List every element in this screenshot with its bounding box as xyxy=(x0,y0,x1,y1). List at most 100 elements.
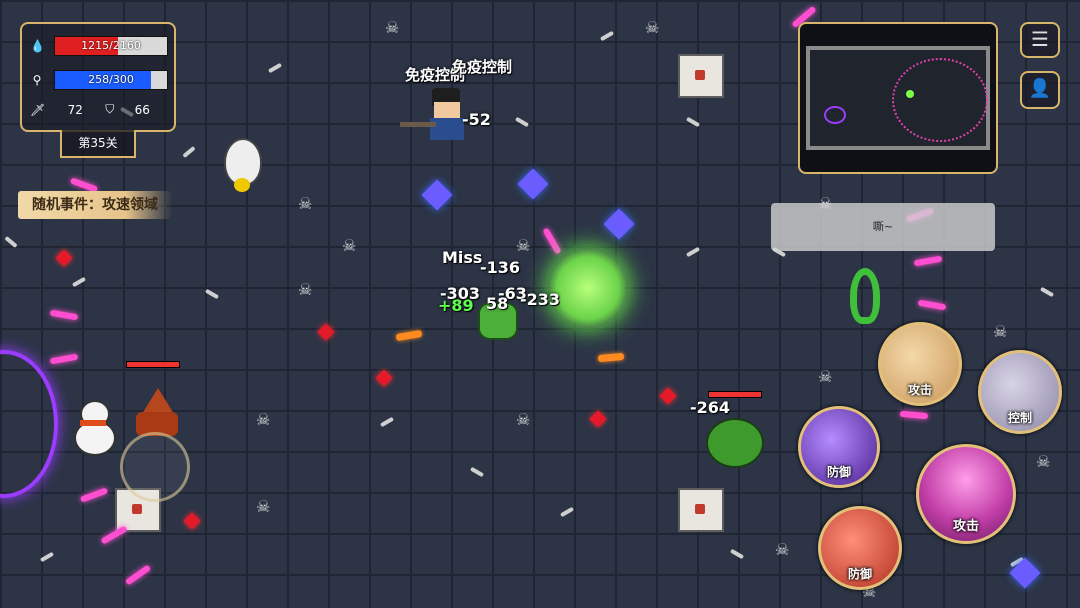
skull-decoration: ☠ xyxy=(298,280,313,299)
magic-circle xyxy=(0,350,58,498)
attack-value: 72 xyxy=(67,102,83,117)
status-label: 免疫控制 xyxy=(452,58,513,76)
hp-text: 1215/2160 xyxy=(81,39,141,52)
bone-decoration xyxy=(729,548,745,560)
mana-icon: ⚲ xyxy=(32,73,42,87)
pink-bolt xyxy=(124,564,152,586)
skill-defend-button[interactable]: 防御 xyxy=(798,406,880,488)
skull-decoration: ☠ xyxy=(256,410,271,429)
menu-icon: ☰ xyxy=(1031,27,1049,51)
skull-decoration: ☠ xyxy=(516,236,531,255)
minimap[interactable] xyxy=(798,22,998,174)
miss-text: Miss xyxy=(442,248,483,267)
egg-enemy[interactable] xyxy=(220,138,264,196)
bone-decoration xyxy=(469,466,485,478)
supply-crate[interactable] xyxy=(678,488,724,532)
menu-button[interactable]: ☰ xyxy=(1020,22,1060,58)
speech-bubble: 嘶~ xyxy=(771,203,995,251)
skill-label: 控制 xyxy=(1007,411,1032,425)
skull-decoration: ☠ xyxy=(1036,452,1051,471)
skill-label: 防御 xyxy=(826,465,851,479)
green-blob-enemy[interactable] xyxy=(706,418,764,470)
pink-bolt xyxy=(49,353,79,365)
skull-decoration: ☠ xyxy=(298,194,313,213)
user-icon: 👤 xyxy=(1028,78,1052,99)
damage-number: -136 xyxy=(480,258,521,277)
stats-panel: 💧 1215/2160 ⚲ 258/300 🗡 72 ⛉ 66 xyxy=(20,22,176,132)
profile-button[interactable]: 👤 xyxy=(1020,71,1060,109)
supply-crate[interactable] xyxy=(678,54,724,98)
skull-decoration: ☠ xyxy=(993,322,1008,341)
red-gem xyxy=(589,410,607,428)
pink-bolt xyxy=(49,309,79,321)
main-attack-button[interactable]: 攻击 xyxy=(916,444,1016,544)
bone-decoration xyxy=(71,276,87,288)
hp-bar: 1215/2160 xyxy=(54,36,168,56)
pink-bolt xyxy=(917,299,947,311)
bone-decoration xyxy=(204,288,220,300)
random-event-banner: 随机事件：攻速领域 xyxy=(18,191,172,219)
minimap-player-dot xyxy=(906,90,914,98)
bone-decoration xyxy=(182,145,196,159)
minimap-arena xyxy=(806,46,990,150)
skill-label: 防御 xyxy=(847,567,872,581)
snowman-ally[interactable] xyxy=(70,400,120,456)
pink-bolt xyxy=(79,487,109,503)
orange-bolt xyxy=(597,352,625,363)
blue-crystal-projectile xyxy=(603,208,635,240)
blood-drop-icon: 💧 xyxy=(30,39,45,53)
mp-text: 258/300 xyxy=(88,73,134,86)
pink-bolt xyxy=(899,410,929,420)
level-indicator: 第35关 xyxy=(60,130,136,158)
skill-defend-button-2[interactable]: 防御 xyxy=(818,506,902,590)
minimap-ring xyxy=(892,58,988,142)
enemy-health-bar xyxy=(708,391,762,398)
ally-health-bar xyxy=(126,361,180,368)
mp-row: ⚲ 258/300 xyxy=(30,70,168,90)
skill-label: 攻击 xyxy=(907,383,932,397)
skull-decoration: ☠ xyxy=(775,540,790,559)
bone-decoration xyxy=(514,116,530,128)
combat-stats: 🗡 72 ⛉ 66 xyxy=(30,102,162,117)
skull-decoration: ☠ xyxy=(516,410,531,429)
damage-number: 58 xyxy=(486,294,509,313)
pink-bolt xyxy=(913,255,943,267)
red-gem xyxy=(317,323,335,341)
blue-crystal-projectile xyxy=(517,168,549,200)
snake-enemy[interactable] xyxy=(846,268,892,328)
skill-label: 攻击 xyxy=(952,519,979,534)
damage-number: -52 xyxy=(462,110,491,129)
bone-decoration xyxy=(685,116,701,128)
bone-decoration xyxy=(1039,286,1055,298)
skull-decoration: ☠ xyxy=(818,367,833,386)
pink-bolt xyxy=(542,227,562,255)
skill-attack-button[interactable]: 攻击 xyxy=(878,322,962,406)
bone-decoration xyxy=(685,246,701,258)
damage-number: -233 xyxy=(520,290,561,309)
damage-number: -264 xyxy=(690,398,731,417)
skull-decoration: ☠ xyxy=(256,497,271,516)
pink-bolt xyxy=(100,525,128,545)
skull-decoration: ☠ xyxy=(342,236,357,255)
bone-decoration xyxy=(599,30,615,42)
orange-bolt xyxy=(395,329,423,342)
shield-icon: ⛉ xyxy=(105,102,115,116)
blue-crystal-projectile xyxy=(421,179,453,211)
green-energy-orb xyxy=(548,248,628,328)
sword-icon: 🗡 xyxy=(30,102,46,117)
skill-control-button[interactable]: 控制 xyxy=(978,350,1062,434)
defense-value: 66 xyxy=(134,102,150,117)
bone-decoration xyxy=(267,62,283,74)
skull-decoration: ☠ xyxy=(385,18,400,37)
bone-decoration xyxy=(39,551,55,563)
bone-decoration xyxy=(4,235,18,249)
bone-decoration xyxy=(559,506,575,518)
game-stage: ☠ ☠ ☠ ☠ ☠ ☠ ☠ ☠ ☠ ☠ ☠ ☠ ☠ ☠ ☠ xyxy=(0,0,1080,608)
heal-number: +89 xyxy=(438,296,474,315)
red-gem xyxy=(375,369,393,387)
virtual-joystick[interactable] xyxy=(120,432,190,502)
red-gem xyxy=(183,512,201,530)
minimap-portal xyxy=(824,106,846,124)
skull-decoration: ☠ xyxy=(645,18,660,37)
hp-row: 💧 1215/2160 xyxy=(30,36,168,56)
